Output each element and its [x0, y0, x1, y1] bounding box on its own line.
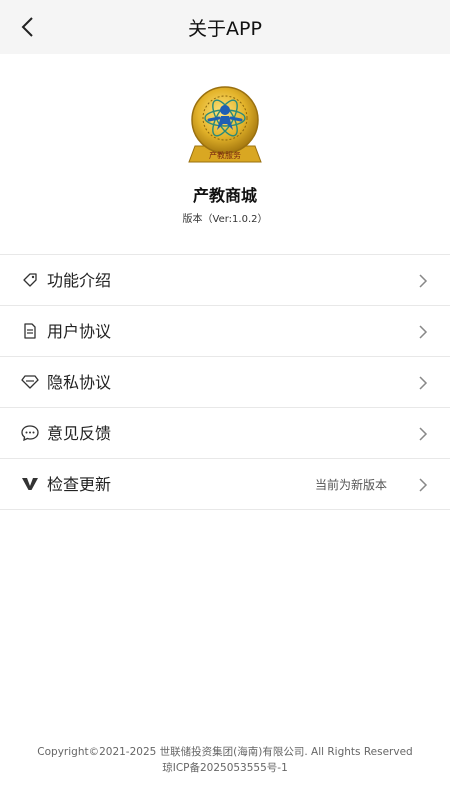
menu-item-check-update[interactable]: 检查更新 当前为新版本: [0, 459, 450, 510]
update-status: 当前为新版本: [314, 478, 387, 492]
icp-text: 琼ICP备2025053555号-1: [162, 762, 288, 774]
menu-item-user-agreement[interactable]: 用户协议: [0, 306, 450, 357]
menu-item-label: 功能介绍: [47, 271, 112, 290]
chevron-right-icon: [419, 274, 428, 288]
tag-icon: [21, 271, 39, 289]
top-bar: 关于APP: [0, 0, 450, 54]
app-version: 版本（Ver:1.0.2）: [182, 214, 268, 225]
v-icon: [21, 475, 39, 493]
chat-bubble-icon: [21, 424, 39, 442]
menu-item-privacy[interactable]: 隐私协议: [0, 357, 450, 408]
app-name: 产教商城: [192, 186, 257, 205]
page-title: 关于APP: [188, 18, 262, 40]
chevron-right-icon: [419, 427, 428, 441]
footer: Copyright©2021-2025 世联储投资集团(海南)有限公司. All…: [0, 744, 450, 776]
menu-item-label: 意见反馈: [47, 424, 112, 443]
menu-item-label: 检查更新: [47, 475, 112, 494]
menu-item-label: 隐私协议: [47, 373, 112, 392]
chevron-right-icon: [419, 376, 428, 390]
document-icon: [21, 322, 39, 340]
chevron-right-icon: [419, 325, 428, 339]
menu-item-features[interactable]: 功能介绍: [0, 255, 450, 306]
menu-item-feedback[interactable]: 意见反馈: [0, 408, 450, 459]
back-button[interactable]: [10, 10, 44, 44]
menu-item-label: 用户协议: [47, 322, 112, 341]
settings-menu: 功能介绍 用户协议 隐私协议 意见反馈 检查更新 当前为新版本: [0, 254, 450, 510]
logo-text: 产教服务: [209, 150, 241, 160]
chevron-right-icon: [419, 478, 428, 492]
chevron-left-icon: [21, 17, 33, 37]
app-logo: 产教服务: [188, 86, 262, 163]
copyright-text: Copyright©2021-2025 世联储投资集团(海南)有限公司. All…: [37, 746, 413, 758]
diamond-icon: [21, 373, 39, 391]
